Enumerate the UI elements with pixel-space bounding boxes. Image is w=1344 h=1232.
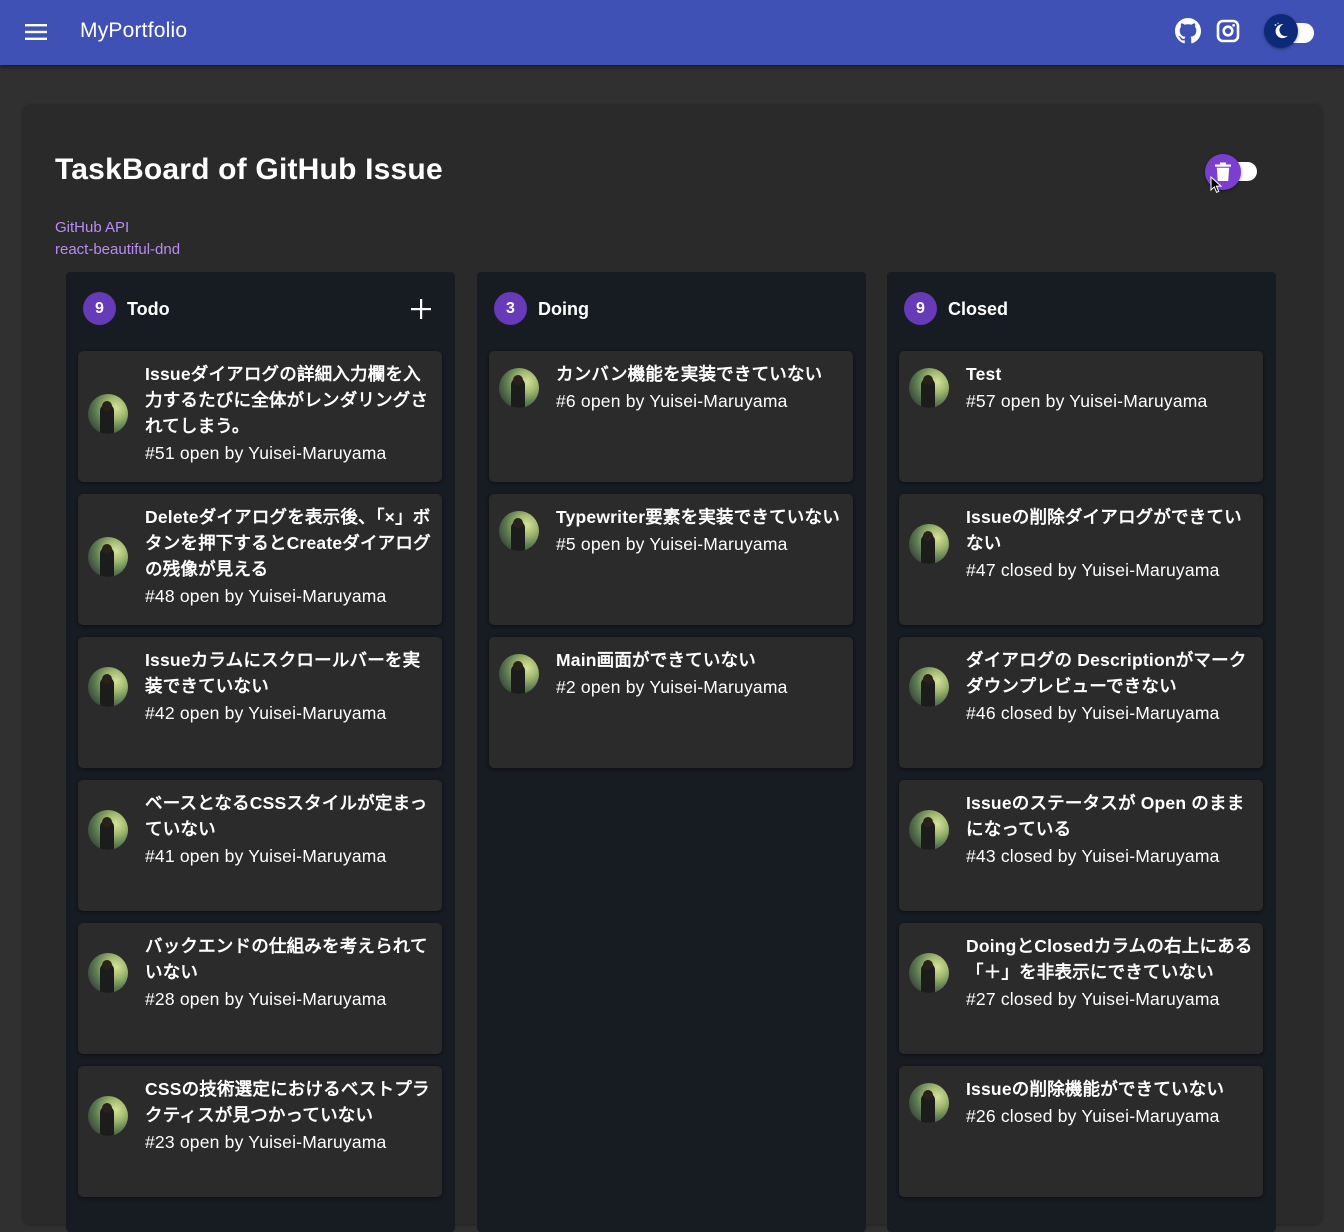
user-avatar	[909, 1083, 949, 1123]
issue-count-badge: 9	[83, 292, 116, 325]
issue-meta: #46 closed by Yuisei-Maruyama	[966, 703, 1220, 723]
issue-meta: #2 open by Yuisei-Maruyama	[556, 677, 788, 697]
column-todo: 9 Todo Issueダイアログの詳細入力欄を入力するたびに全体がレンダリング…	[66, 272, 455, 1232]
mouse-cursor-icon	[1210, 176, 1223, 193]
issue-meta: #47 closed by Yuisei-Maruyama	[966, 560, 1220, 580]
issue-meta: #42 open by Yuisei-Maruyama	[145, 703, 387, 723]
github-icon	[1175, 18, 1201, 44]
issue-card[interactable]: Test #57 open by Yuisei-Maruyama	[899, 351, 1263, 482]
issue-card[interactable]: Main画面ができていない #2 open by Yuisei-Maruyama	[489, 637, 853, 768]
issue-title: Deleteダイアログを表示後、「×」ボタンを押下するとCreateダイアログの…	[145, 507, 431, 579]
hamburger-menu-icon	[25, 24, 47, 40]
user-avatar	[499, 654, 539, 694]
issue-meta: #27 closed by Yuisei-Maruyama	[966, 989, 1220, 1009]
user-avatar	[88, 394, 128, 434]
app-bar: MyPortfolio	[0, 0, 1344, 65]
user-avatar	[88, 810, 128, 850]
instagram-link-button[interactable]	[1214, 17, 1242, 45]
issue-card[interactable]: ベースとなるCSSスタイルが定まっていない #41 open by Yuisei…	[78, 780, 442, 911]
moon-icon	[1274, 22, 1288, 39]
plus-icon	[411, 299, 431, 319]
user-avatar	[88, 667, 128, 707]
column-title: Closed	[948, 299, 1009, 319]
issue-card[interactable]: Deleteダイアログを表示後、「×」ボタンを押下するとCreateダイアログの…	[78, 494, 442, 625]
github-link-button[interactable]	[1174, 17, 1202, 45]
issue-card[interactable]: DoingとClosedカラムの右上にある「＋」を非表示にできていない #27 …	[899, 923, 1263, 1054]
issue-meta: #6 open by Yuisei-Maruyama	[556, 391, 788, 411]
issue-meta: #57 open by Yuisei-Maruyama	[966, 391, 1208, 411]
issue-meta: #23 open by Yuisei-Maruyama	[145, 1132, 387, 1152]
issue-card[interactable]: バックエンドの仕組みを考えられていない #28 open by Yuisei-M…	[78, 923, 442, 1054]
issue-card[interactable]: CSSの技術選定におけるベストプラクティスが見つかっていない #23 open …	[78, 1066, 442, 1197]
issue-meta: #43 closed by Yuisei-Maruyama	[966, 846, 1220, 866]
column-header: 9 Closed	[887, 272, 1276, 344]
issue-count-badge: 9	[904, 292, 937, 325]
add-issue-button[interactable]	[406, 294, 436, 324]
issue-title: Main画面ができていない	[556, 650, 756, 670]
page-title: TaskBoard of GitHub Issue	[55, 153, 443, 186]
issue-card[interactable]: ダイアログの Descriptionがマークダウンプレビューできない #46 c…	[899, 637, 1263, 768]
issue-title: Issueカラムにスクロールバーを実装できていない	[145, 650, 421, 696]
instagram-icon	[1216, 19, 1240, 43]
issue-title: ベースとなるCSSスタイルが定まっていない	[145, 793, 428, 839]
issue-card[interactable]: Issueの削除機能ができていない #26 closed by Yuisei-M…	[899, 1066, 1263, 1197]
react-beautiful-dnd-link[interactable]: react-beautiful-dnd	[55, 240, 180, 260]
issue-title: Issueのステータスが Open のままになっている	[966, 793, 1245, 839]
column-doing: 3 Doing カンバン機能を実装できていない #6 open by Yuise…	[477, 272, 866, 1232]
user-avatar	[909, 953, 949, 993]
user-avatar	[909, 810, 949, 850]
user-avatar	[499, 511, 539, 551]
issue-card[interactable]: Issueダイアログの詳細入力欄を入力するたびに全体がレンダリングされてしまう。…	[78, 351, 442, 482]
column-header: 9 Todo	[66, 272, 455, 344]
user-avatar	[909, 368, 949, 408]
theme-toggle[interactable]	[1262, 13, 1320, 49]
issue-card[interactable]: Issueの削除ダイアログができていない #47 closed by Yuise…	[899, 494, 1263, 625]
issue-card[interactable]: Typewriter要素を実装できていない #5 open by Yuisei-…	[489, 494, 853, 625]
column-title: Doing	[538, 299, 589, 319]
issue-title: Issueダイアログの詳細入力欄を入力するたびに全体がレンダリングされてしまう。	[145, 364, 429, 436]
app-title: MyPortfolio	[80, 19, 188, 42]
issue-title: CSSの技術選定におけるベストプラクティスが見つかっていない	[145, 1079, 430, 1125]
issue-title: ダイアログの Descriptionがマークダウンプレビューできない	[966, 650, 1247, 696]
issue-title: Issueの削除ダイアログができていない	[966, 507, 1242, 553]
menu-button[interactable]	[20, 16, 52, 48]
issue-title: Test	[966, 364, 1002, 384]
theme-toggle-thumb	[1264, 14, 1298, 48]
user-avatar	[909, 667, 949, 707]
issue-title: DoingとClosedカラムの右上にある「＋」を非表示にできていない	[966, 936, 1253, 982]
user-avatar	[909, 524, 949, 564]
column-title: Todo	[127, 299, 170, 319]
user-avatar	[499, 368, 539, 408]
issue-meta: #26 closed by Yuisei-Maruyama	[966, 1106, 1220, 1126]
issue-meta: #48 open by Yuisei-Maruyama	[145, 586, 387, 606]
issue-meta: #28 open by Yuisei-Maruyama	[145, 989, 387, 1009]
issue-title: バックエンドの仕組みを考えられていない	[145, 936, 428, 982]
issue-meta: #41 open by Yuisei-Maruyama	[145, 846, 387, 866]
column-header: 3 Doing	[477, 272, 866, 344]
issue-title: Issueの削除機能ができていない	[966, 1079, 1225, 1099]
issue-meta: #51 open by Yuisei-Maruyama	[145, 443, 387, 463]
issue-title: カンバン機能を実装できていない	[556, 364, 823, 384]
github-api-link[interactable]: GitHub API	[55, 218, 129, 238]
issue-title: Typewriter要素を実装できていない	[556, 507, 840, 527]
user-avatar	[88, 537, 128, 577]
issue-card[interactable]: Issueカラムにスクロールバーを実装できていない #42 open by Yu…	[78, 637, 442, 768]
issue-card[interactable]: Issueのステータスが Open のままになっている #43 closed b…	[899, 780, 1263, 911]
user-avatar	[88, 953, 128, 993]
issue-count-badge: 3	[494, 292, 527, 325]
taskboard-panel: TaskBoard of GitHub Issue GitHub API rea…	[23, 104, 1322, 1232]
user-avatar	[88, 1096, 128, 1136]
column-closed: 9 Closed Test #57 open by Yuisei-Maruyam…	[887, 272, 1276, 1232]
issue-card[interactable]: カンバン機能を実装できていない #6 open by Yuisei-Maruya…	[489, 351, 853, 482]
issue-meta: #5 open by Yuisei-Maruyama	[556, 534, 788, 554]
